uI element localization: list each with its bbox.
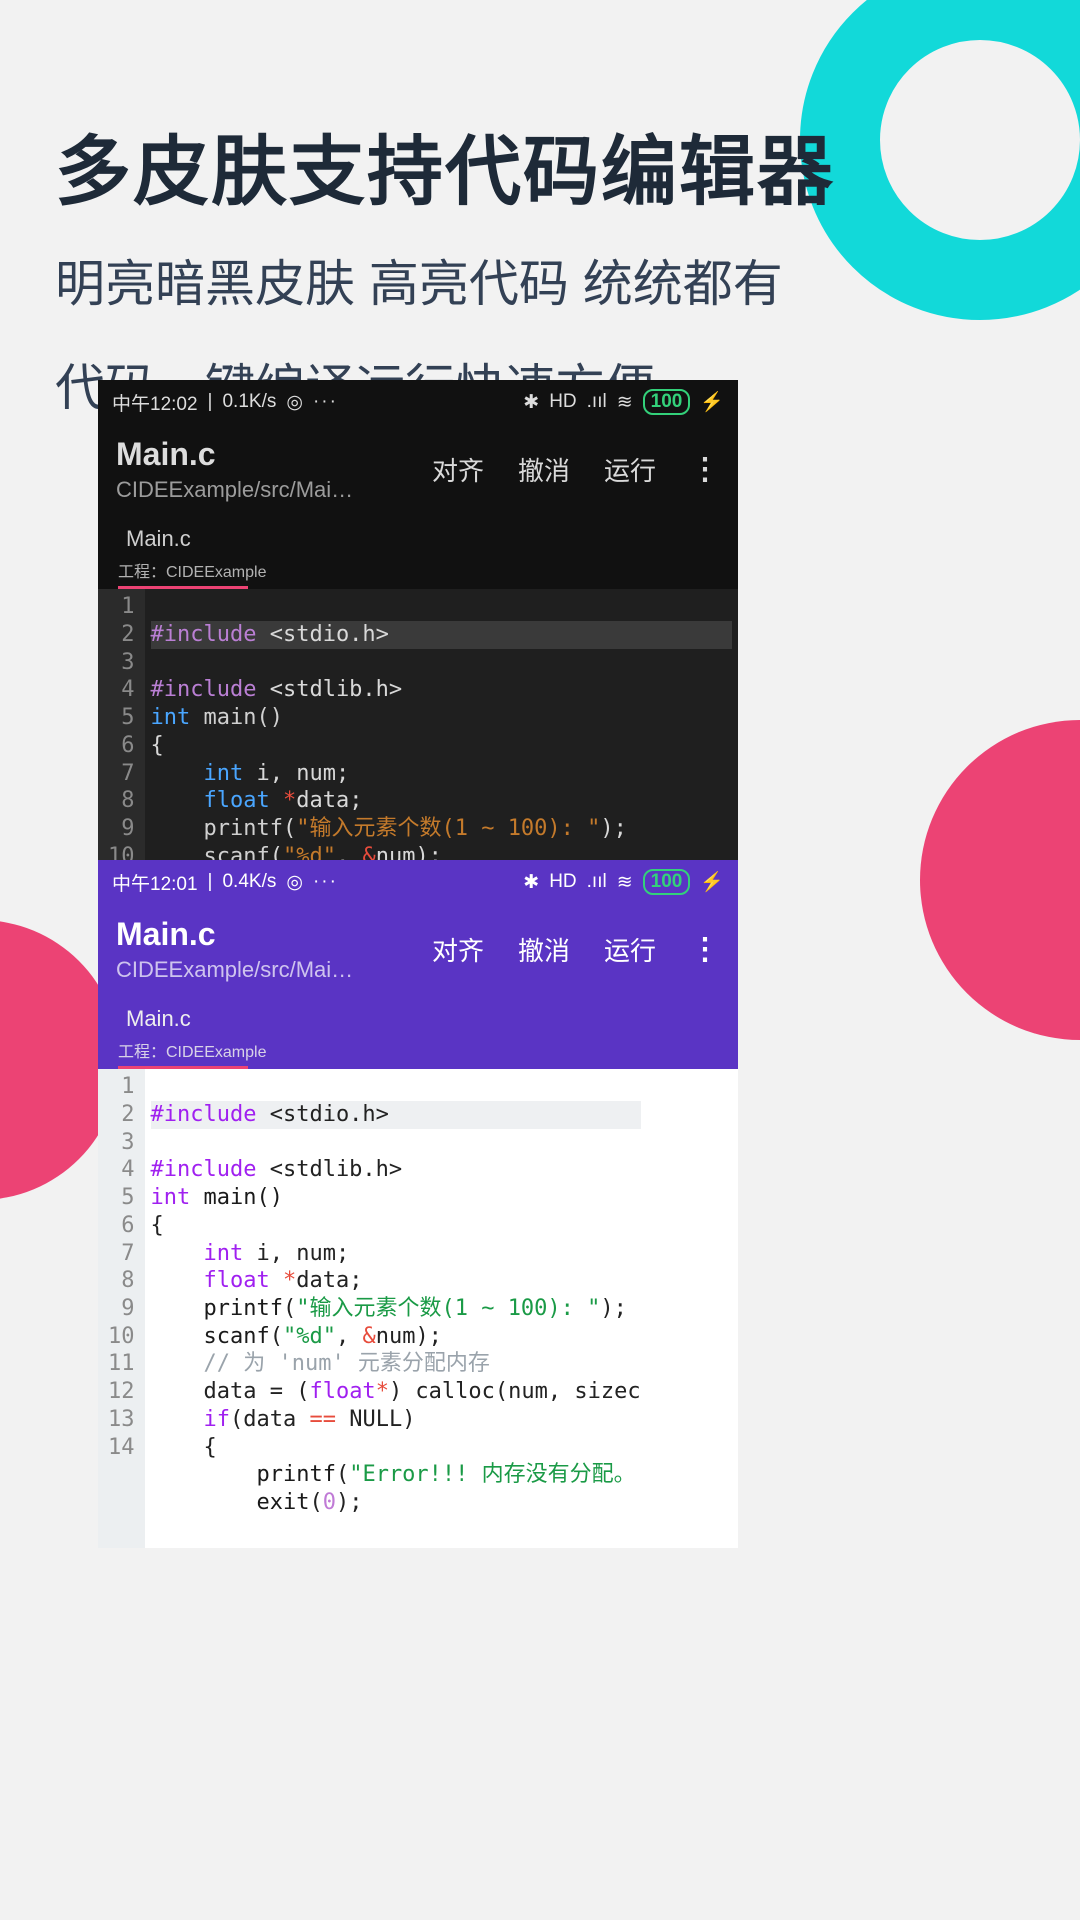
code-line: printf("Error!!! 内存没有分配。 <box>151 1462 636 1487</box>
status-net-speed: 0.4K/s <box>222 871 276 893</box>
bluetooth-icon: ✱ <box>523 871 539 894</box>
code-line: #include <stdlib.h> <box>151 1157 403 1182</box>
screenshot-light: 中午12:01 | 0.4K/s ◎ ··· ✱ HD .ııl ≋ 100 ⚡… <box>98 860 738 1548</box>
code-line: #include <stdio.h> <box>151 1101 641 1129</box>
project-label: 工程：CIDEExample <box>118 1036 718 1068</box>
status-time: 中午12:01 <box>112 869 198 896</box>
status-bar: 中午12:01 | 0.4K/s ◎ ··· ✱ HD .ııl ≋ 100 ⚡ <box>98 860 738 904</box>
status-more-icon: ··· <box>313 391 338 413</box>
code-line: #include <stdlib.h> <box>151 677 403 702</box>
line-gutter: 123 456 789 101112 1314 <box>98 1069 145 1548</box>
align-button[interactable]: 对齐 <box>432 931 484 968</box>
file-name: Main.c <box>116 914 353 956</box>
tab-main-c[interactable]: Main.c <box>118 522 718 556</box>
code-line: scanf("%d", &num); <box>151 1324 442 1349</box>
code-line: #include <stdio.h> <box>151 621 733 649</box>
charge-icon: ⚡ <box>700 390 724 414</box>
code-line: printf("输入元素个数(1 ~ 100): "); <box>151 816 627 841</box>
wifi-icon: ≋ <box>617 871 633 894</box>
undo-button[interactable]: 撤消 <box>518 451 570 488</box>
battery-indicator: 100 <box>643 869 691 895</box>
status-bar: 中午12:02 | 0.1K/s ◎ ··· ✱ HD .ııl ≋ 100 ⚡ <box>98 380 738 424</box>
hd-icon: HD <box>549 391 576 413</box>
undo-button[interactable]: 撤消 <box>518 931 570 968</box>
decorative-circle-right <box>920 720 1080 1040</box>
code-line: printf("输入元素个数(1 ~ 100): "); <box>151 1296 627 1321</box>
status-divider: | <box>208 871 213 893</box>
status-time: 中午12:02 <box>112 389 198 416</box>
code-line: int main() <box>151 1185 283 1210</box>
signal-icon: .ııl <box>587 391 607 413</box>
tab-bar: Main.c 工程：CIDEExample <box>98 996 738 1069</box>
run-button[interactable]: 运行 <box>604 451 656 488</box>
code-line: exit(0); <box>151 1490 363 1515</box>
code-line: { <box>151 733 164 758</box>
code-line: data = (float*) calloc(num, sizec <box>151 1379 641 1404</box>
code-line: { <box>151 1435 217 1460</box>
decorative-ring <box>800 0 1080 320</box>
wifi-icon: ≋ <box>617 391 633 414</box>
align-button[interactable]: 对齐 <box>432 451 484 488</box>
code-line: { <box>151 1213 164 1238</box>
status-net-speed: 0.1K/s <box>222 391 276 413</box>
more-menu-icon[interactable]: ⋮ <box>690 932 720 967</box>
tab-main-c[interactable]: Main.c <box>118 1002 718 1036</box>
app-header: Main.c CIDEExample/src/Mai… 对齐 撤消 运行 ⋮ <box>98 904 738 996</box>
file-name: Main.c <box>116 434 353 476</box>
code-line: int i, num; <box>151 1241 350 1266</box>
battery-indicator: 100 <box>643 389 691 415</box>
file-path: CIDEExample/src/Mai… <box>116 956 353 985</box>
code-line: float *data; <box>151 788 363 813</box>
charge-icon: ⚡ <box>700 870 724 894</box>
status-divider: | <box>208 391 213 413</box>
file-path: CIDEExample/src/Mai… <box>116 476 353 505</box>
status-more-icon: ··· <box>313 871 338 893</box>
code-line: float *data; <box>151 1268 363 1293</box>
more-menu-icon[interactable]: ⋮ <box>690 452 720 487</box>
code-area[interactable]: #include <stdio.h> #include <stdlib.h> i… <box>145 1069 647 1548</box>
signal-icon: .ııl <box>587 871 607 893</box>
code-editor[interactable]: 123 456 789 101112 1314 #include <stdio.… <box>98 1069 738 1548</box>
dnd-icon: ◎ <box>286 391 303 414</box>
hd-icon: HD <box>549 871 576 893</box>
app-header: Main.c CIDEExample/src/Mai… 对齐 撤消 运行 ⋮ <box>98 424 738 516</box>
code-line: int i, num; <box>151 761 350 786</box>
run-button[interactable]: 运行 <box>604 931 656 968</box>
code-line: int main() <box>151 705 283 730</box>
code-line: // 为 'num' 元素分配内存 <box>151 1351 490 1376</box>
project-label: 工程：CIDEExample <box>118 556 718 588</box>
tab-bar: Main.c 工程：CIDEExample <box>98 516 738 589</box>
headline-title: 多皮肤支持代码编辑器 <box>55 110 835 220</box>
headline-line1: 明亮暗黑皮肤 高亮代码 统统都有 <box>55 244 835 324</box>
code-line: if(data == NULL) <box>151 1407 416 1432</box>
bluetooth-icon: ✱ <box>523 391 539 414</box>
dnd-icon: ◎ <box>286 871 303 894</box>
